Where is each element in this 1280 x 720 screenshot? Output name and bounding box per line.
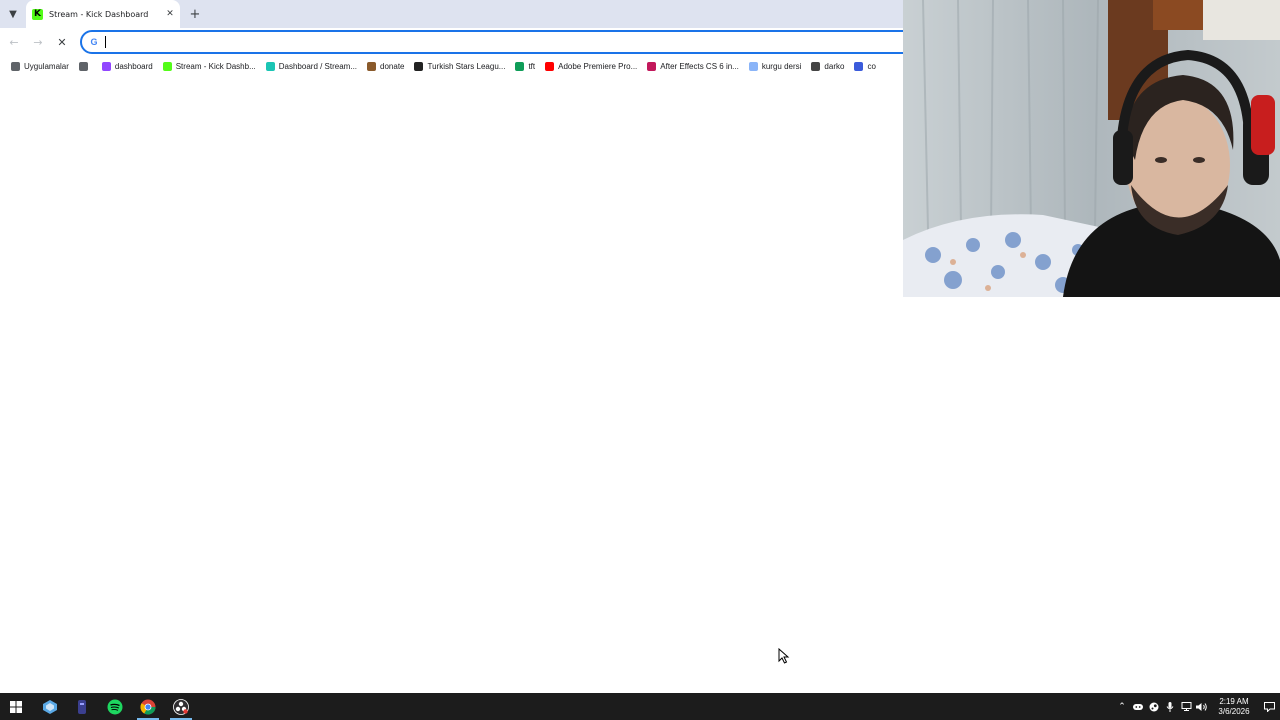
bookmark-label: kurgu dersi	[761, 61, 802, 71]
taskbar-app-1[interactable]	[39, 696, 61, 718]
apps-grid-icon	[11, 61, 20, 71]
discord-tray-icon[interactable]	[1130, 699, 1146, 715]
bookmark-dashboard[interactable]: dashboard	[97, 58, 158, 74]
address-bar[interactable]: G	[80, 30, 920, 54]
youtube-icon	[545, 61, 555, 71]
system-tray: ⌃ 2:19 AM 3/6/2026	[1114, 693, 1280, 720]
windows-taskbar: ⌃ 2:19 AM 3/6/2026	[0, 693, 1280, 720]
donate-icon	[367, 61, 377, 71]
new-tab-button[interactable]: +	[186, 5, 204, 23]
kick-icon	[162, 61, 172, 71]
forward-arrow-icon: →	[33, 35, 43, 49]
chevron-down-icon: ▼	[9, 8, 17, 20]
bookmark-label: Dashboard / Stream...	[278, 61, 358, 71]
darko-icon	[811, 61, 821, 71]
clock-date: 3/6/2026	[1218, 706, 1250, 716]
tsl-icon	[414, 61, 424, 71]
bookmark-uygulamalar[interactable]: Uygulamalar	[6, 58, 74, 74]
bookmark-after-effects-cs-6-in[interactable]: After Effects CS 6 in...	[642, 58, 744, 74]
tab-title: Stream - Kick Dashboard	[49, 9, 149, 19]
grid-icon	[78, 61, 88, 71]
co-icon	[854, 61, 864, 71]
bookmark-label: Adobe Premiere Pro...	[558, 61, 638, 71]
volume-tray-icon[interactable]	[1194, 699, 1210, 715]
back-button[interactable]: ←	[5, 33, 23, 51]
google-icon: G	[90, 37, 98, 47]
mouse-cursor-icon	[778, 648, 790, 664]
taskbar-obs[interactable]	[170, 696, 192, 718]
plus-icon: +	[189, 6, 201, 22]
clock-time: 2:19 AM	[1219, 696, 1249, 706]
show-hidden-icons-button[interactable]: ⌃	[1114, 699, 1130, 715]
bookmark-label: Turkish Stars Leagu...	[427, 61, 506, 71]
webcam-feed-image	[903, 0, 1280, 297]
chrome-icon	[140, 699, 156, 715]
network-tray-icon[interactable]	[1178, 699, 1194, 715]
bookmark-dashboard-stream[interactable]: Dashboard / Stream...	[261, 58, 362, 74]
bookmark-kurgu-dersi[interactable]: kurgu dersi	[744, 58, 807, 74]
taskbar-spotify[interactable]	[104, 696, 126, 718]
bookmark-label: Uygulamalar	[24, 61, 69, 71]
stop-loading-button[interactable]: ✕	[53, 33, 71, 51]
windows-start-icon	[10, 701, 22, 713]
microphone-tray-icon[interactable]	[1162, 699, 1178, 715]
bookmark-label: donate	[380, 61, 405, 71]
taskbar-chrome[interactable]	[137, 696, 159, 718]
bookmark-adobe-premiere-pro[interactable]: Adobe Premiere Pro...	[540, 58, 642, 74]
twitch-icon	[101, 61, 111, 71]
notification-icon	[1263, 701, 1275, 712]
obs-icon	[173, 699, 189, 715]
chevron-up-icon: ⌃	[1118, 701, 1126, 712]
taskbar-clock[interactable]: 2:19 AM 3/6/2026	[1210, 697, 1258, 717]
bookmark-label: tft	[528, 61, 536, 71]
tab-stream-kick-dashboard[interactable]: K Stream - Kick Dashboard ✕	[26, 0, 180, 28]
bookmark-turkish-stars-leagu[interactable]: Turkish Stars Leagu...	[409, 58, 510, 74]
bookmark-tft[interactable]: tft	[510, 58, 540, 74]
tab-search-button[interactable]: ▼	[4, 5, 22, 23]
globe-icon	[748, 61, 758, 71]
bookmark-donate[interactable]: donate	[362, 58, 409, 74]
forward-button[interactable]: →	[29, 33, 47, 51]
start-button[interactable]	[5, 696, 27, 718]
streamelements-icon	[265, 61, 275, 71]
webcam-overlay	[903, 0, 1280, 297]
kick-favicon-icon: K	[32, 8, 43, 20]
close-tab-icon[interactable]: ✕	[163, 7, 177, 21]
taskbar-app-2[interactable]	[71, 696, 93, 718]
bookmark-label: dashboard	[114, 61, 153, 71]
bookmark-label: co	[867, 61, 876, 71]
bookmark-co[interactable]: co	[849, 58, 880, 74]
app-icon-2	[78, 700, 86, 714]
bookmark-label: darko	[824, 61, 845, 71]
bookmark-label: After Effects CS 6 in...	[660, 61, 739, 71]
bookmark-label: Stream - Kick Dashb...	[175, 61, 256, 71]
spotify-icon	[107, 699, 123, 715]
ae-icon	[647, 61, 657, 71]
steam-tray-icon[interactable]	[1146, 699, 1162, 715]
app-icon-1	[43, 700, 57, 714]
back-arrow-icon: ←	[9, 35, 19, 49]
notification-center-button[interactable]	[1258, 699, 1280, 715]
stop-icon: ✕	[57, 35, 67, 49]
sheets-icon	[515, 61, 525, 71]
bookmark-apps-launcher[interactable]	[74, 58, 97, 74]
address-input[interactable]	[106, 34, 918, 50]
bookmark-stream-kick-dashb[interactable]: Stream - Kick Dashb...	[158, 58, 261, 74]
bookmark-darko[interactable]: darko	[806, 58, 849, 74]
